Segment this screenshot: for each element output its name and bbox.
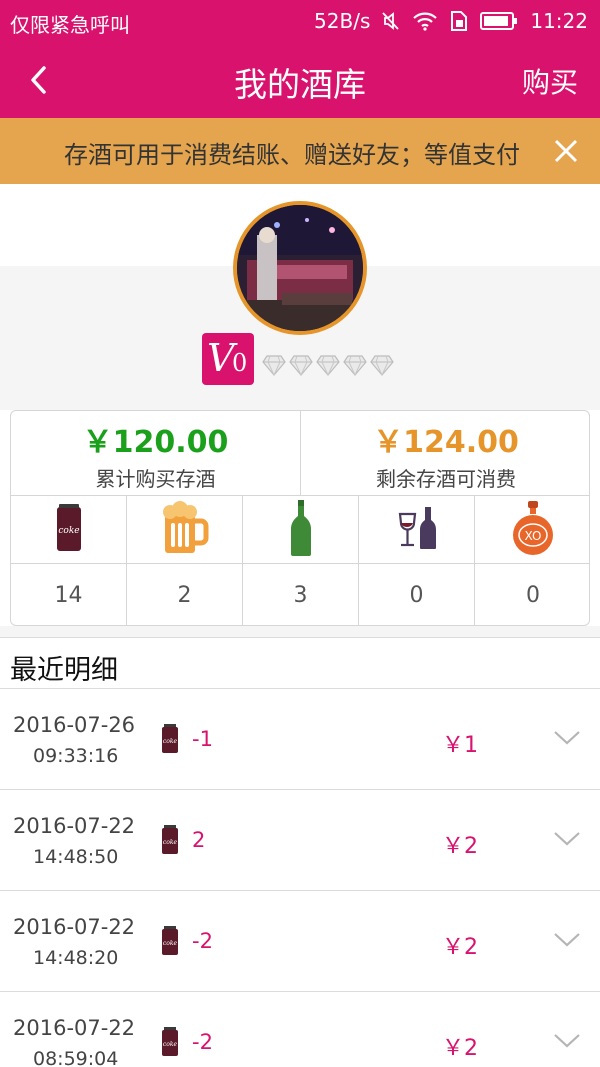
coke-can-icon: coke — [55, 503, 83, 557]
drink-type-cell[interactable] — [243, 496, 359, 563]
coke-can-icon: coke — [161, 724, 179, 758]
stats-card: ￥120.00 累计购买存酒 ￥124.00 剩余存酒可消费 coke XO 1… — [10, 410, 590, 626]
close-icon[interactable] — [550, 135, 582, 167]
list-item[interactable]: 2016-07-22 14:48:20 coke -2 ￥2 — [0, 891, 600, 992]
total-purchased-panel: ￥120.00 累计购买存酒 — [11, 411, 301, 495]
chevron-down-icon[interactable] — [553, 1032, 581, 1054]
notice-banner: 存酒可用于消费结账、赠送好友；等值支付 — [0, 118, 600, 184]
drink-type-cell[interactable]: coke — [11, 496, 127, 563]
drink-type-cell[interactable] — [127, 496, 243, 563]
record-delta: -1 — [192, 727, 213, 751]
sim-icon — [450, 10, 468, 32]
recent-title: 最近明细 — [10, 655, 118, 686]
total-purchased-label: 累计购买存酒 — [95, 467, 216, 491]
buy-button[interactable]: 购买 — [522, 61, 578, 101]
coke-can-icon: coke — [161, 825, 179, 859]
vip-number: 0 — [232, 349, 248, 377]
record-price: ￥1 — [442, 733, 478, 758]
diamond-icon — [343, 354, 367, 380]
beer-bottle-icon — [290, 499, 312, 561]
mute-icon — [382, 11, 400, 31]
chevron-down-icon[interactable] — [553, 729, 581, 751]
chevron-down-icon[interactable] — [553, 931, 581, 953]
battery-icon — [480, 12, 518, 30]
drink-type-counts: 14 2 3 0 0 — [11, 563, 589, 625]
remaining-panel: ￥124.00 剩余存酒可消费 — [301, 411, 589, 495]
page-title: 我的酒库 — [234, 65, 366, 104]
section-divider — [0, 626, 600, 638]
diamond-icon — [370, 354, 394, 380]
coke-can-text: coke — [163, 1041, 178, 1048]
remaining-label: 剩余存酒可消费 — [376, 467, 516, 491]
drink-type-cell[interactable] — [359, 496, 475, 563]
coke-can-text: coke — [163, 738, 178, 745]
diamond-icon — [262, 354, 286, 380]
coke-can-icon: coke — [161, 1027, 179, 1061]
drink-count: 3 — [243, 564, 359, 625]
vip-level: V — [207, 336, 235, 380]
coke-can-icon: coke — [161, 926, 179, 960]
record-time: 14:48:20 — [33, 947, 119, 969]
wifi-icon — [412, 11, 438, 31]
record-date: 2016-07-26 — [13, 713, 136, 737]
record-delta: 2 — [192, 828, 206, 852]
profile-section: V 0 — [0, 184, 600, 410]
status-bar: 仅限紧急呼叫 52B/s 11:22 — [0, 0, 600, 42]
record-price: ￥2 — [442, 1036, 478, 1061]
record-date: 2016-07-22 — [13, 814, 136, 838]
record-price: ￥2 — [442, 834, 478, 859]
network-speed: 52B/s — [314, 9, 371, 33]
diamond-rating — [262, 354, 394, 380]
drink-count: 0 — [526, 583, 540, 608]
drink-type-cell[interactable]: XO — [475, 496, 589, 563]
record-price: ￥2 — [442, 935, 478, 960]
xo-bottle-icon: XO — [511, 500, 555, 560]
record-time: 14:48:50 — [33, 846, 119, 868]
coke-can-text: coke — [163, 839, 178, 846]
beer-mug-icon — [161, 500, 209, 559]
drink-type-icons: coke XO — [11, 495, 589, 563]
record-time: 08:59:04 — [33, 1048, 119, 1067]
vip-badge: V 0 — [202, 333, 254, 385]
list-item[interactable]: 2016-07-26 09:33:16 coke -1 ￥1 — [0, 689, 600, 790]
record-delta: -2 — [192, 929, 213, 953]
record-delta: -2 — [192, 1030, 213, 1054]
diamond-icon — [316, 354, 340, 380]
record-date: 2016-07-22 — [13, 1016, 136, 1040]
remaining-amount: ￥124.00 — [373, 425, 519, 460]
record-time: 09:33:16 — [33, 745, 119, 767]
carrier-text: 仅限紧急呼叫 — [10, 13, 130, 37]
clock-text: 11:22 — [530, 9, 588, 33]
avatar[interactable] — [233, 201, 367, 335]
diamond-icon — [289, 354, 313, 380]
xo-bottle-text: XO — [525, 529, 542, 543]
app-bar: 我的酒库 购买 — [0, 42, 600, 118]
drink-count: 14 — [11, 564, 127, 625]
chevron-down-icon[interactable] — [553, 830, 581, 852]
list-item[interactable]: 2016-07-22 08:59:04 coke -2 ￥2 — [0, 992, 600, 1067]
coke-can-text: coke — [58, 526, 79, 536]
drink-count: 2 — [127, 564, 243, 625]
coke-can-text: coke — [163, 940, 178, 947]
total-purchased-amount: ￥120.00 — [82, 425, 229, 460]
drink-count: 0 — [359, 564, 475, 625]
list-item[interactable]: 2016-07-22 14:48:50 coke 2 ￥2 — [0, 790, 600, 891]
notice-text: 存酒可用于消费结账、赠送好友；等值支付 — [64, 141, 520, 169]
record-date: 2016-07-22 — [13, 915, 136, 939]
wine-icon — [397, 506, 437, 554]
